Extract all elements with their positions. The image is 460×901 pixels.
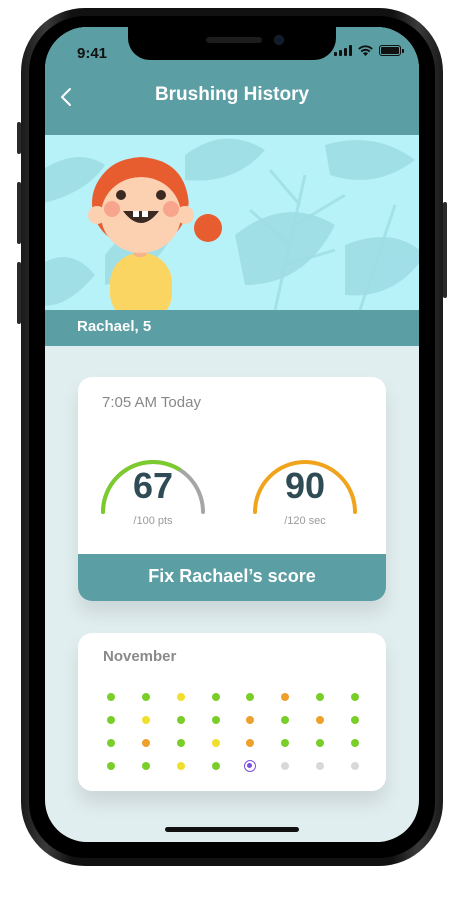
day-dot-yellow[interactable] (212, 739, 220, 747)
power-button (443, 202, 447, 298)
calendar-month: November (103, 648, 177, 665)
profile-name-bar: Rachael, 5 (45, 310, 419, 346)
volume-up-button (17, 182, 21, 244)
day-dot-gray[interactable] (351, 762, 359, 770)
day-dot-green[interactable] (177, 739, 185, 747)
speaker-grille (206, 37, 262, 43)
profile-banner (45, 135, 419, 310)
day-dot-green[interactable] (212, 762, 220, 770)
day-dot-yellow[interactable] (142, 716, 150, 724)
session-card[interactable]: 7:05 AM Today 67 /100 pts 90 /120 sec Fi… (78, 377, 386, 601)
calendar-card: November (78, 633, 386, 791)
day-dot-green[interactable] (212, 693, 220, 701)
day-dot-green[interactable] (281, 716, 289, 724)
selected-day-dot[interactable] (244, 760, 256, 772)
day-dot-orange[interactable] (316, 716, 324, 724)
app-screen: 9:41 Brushing History Rachael, 5 7:05 AM… (45, 27, 419, 842)
day-dot-orange[interactable] (281, 693, 289, 701)
day-dot-green[interactable] (351, 716, 359, 724)
day-dot-orange[interactable] (142, 739, 150, 747)
status-icons (334, 45, 404, 56)
day-dot-yellow[interactable] (177, 762, 185, 770)
day-dot-green[interactable] (107, 693, 115, 701)
day-dot-gray[interactable] (316, 762, 324, 770)
score-unit: /100 pts (133, 515, 173, 527)
fix-score-button[interactable]: Fix Rachael’s score (78, 554, 386, 601)
day-dot-green[interactable] (107, 762, 115, 770)
child-name: Rachael, 5 (77, 318, 152, 335)
day-dot-green[interactable] (316, 739, 324, 747)
day-dot-green[interactable] (142, 693, 150, 701)
duration-value: 90 (284, 465, 326, 506)
day-dot-green[interactable] (281, 739, 289, 747)
front-camera (274, 35, 284, 45)
day-dot-orange[interactable] (246, 739, 254, 747)
duration-gauge: 90 /120 sec (250, 437, 360, 527)
battery-icon (379, 45, 404, 56)
day-dot-yellow[interactable] (177, 693, 185, 701)
leaf-pattern (45, 138, 419, 310)
day-dot-green[interactable] (107, 739, 115, 747)
day-dot-green[interactable] (351, 739, 359, 747)
duration-unit: /120 sec (284, 515, 326, 527)
cellular-signal-icon (334, 45, 352, 56)
score-gauge: 67 /100 pts (98, 437, 208, 527)
volume-down-button (17, 262, 21, 324)
wifi-icon (358, 45, 373, 56)
page-title: Brushing History (154, 84, 310, 105)
score-value: 67 (132, 465, 174, 506)
day-dot-green[interactable] (142, 762, 150, 770)
day-dot-green[interactable] (212, 716, 220, 724)
day-dot-green[interactable] (246, 693, 254, 701)
silent-switch (17, 122, 21, 154)
day-dot-green[interactable] (316, 693, 324, 701)
day-dot-gray[interactable] (281, 762, 289, 770)
notch (128, 27, 336, 60)
home-indicator[interactable] (165, 827, 299, 832)
day-dot-green[interactable] (177, 716, 185, 724)
day-dot-green[interactable] (351, 693, 359, 701)
day-dot-orange[interactable] (246, 716, 254, 724)
day-dot-green[interactable] (107, 716, 115, 724)
status-time: 9:41 (77, 45, 108, 62)
session-time: 7:05 AM Today (102, 394, 201, 411)
